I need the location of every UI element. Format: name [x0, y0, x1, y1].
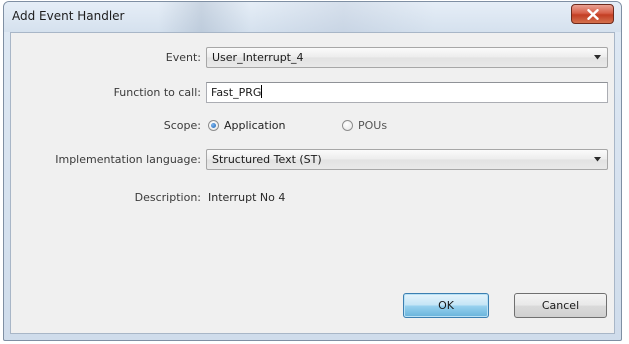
event-dropdown[interactable]: User_Interrupt_4: [206, 47, 608, 68]
text-caret: [261, 85, 263, 98]
event-dropdown-value: User_Interrupt_4: [212, 51, 304, 64]
radio-button-selected: [208, 120, 219, 131]
function-to-call-label: Function to call:: [113, 86, 201, 99]
radio-button-unselected: [342, 120, 353, 131]
implementation-language-dropdown[interactable]: Structured Text (ST): [206, 149, 608, 170]
scope-radio-pous[interactable]: POUs: [342, 119, 387, 132]
scope-option-application-label: Application: [224, 119, 286, 132]
close-x-icon: [586, 8, 599, 20]
function-to-call-value: Fast_PRG: [211, 86, 262, 99]
implementation-language-value: Structured Text (ST): [212, 153, 322, 166]
description-label: Description:: [134, 191, 201, 204]
event-label: Event:: [165, 51, 201, 64]
cancel-button[interactable]: Cancel: [514, 293, 607, 318]
scope-radio-application[interactable]: Application: [208, 119, 285, 132]
add-event-handler-dialog: Add Event Handler Event: User_Interrupt_…: [3, 1, 622, 341]
scope-option-pous-label: POUs: [358, 119, 388, 132]
radio-dot: [211, 123, 216, 128]
dialog-body: Event: User_Interrupt_4 Function to call…: [10, 32, 615, 334]
title-bar[interactable]: Add Event Handler: [4, 2, 621, 32]
dialog-title: Add Event Handler: [12, 9, 125, 23]
implementation-language-label: Implementation language:: [55, 153, 201, 166]
scope-label: Scope:: [163, 119, 201, 132]
chevron-down-icon: [594, 55, 601, 60]
chevron-down-icon: [594, 157, 601, 162]
ok-button[interactable]: OK: [403, 293, 489, 318]
close-button[interactable]: [571, 4, 614, 24]
function-to-call-input[interactable]: Fast_PRG: [206, 82, 608, 103]
description-value: Interrupt No 4: [208, 191, 286, 204]
